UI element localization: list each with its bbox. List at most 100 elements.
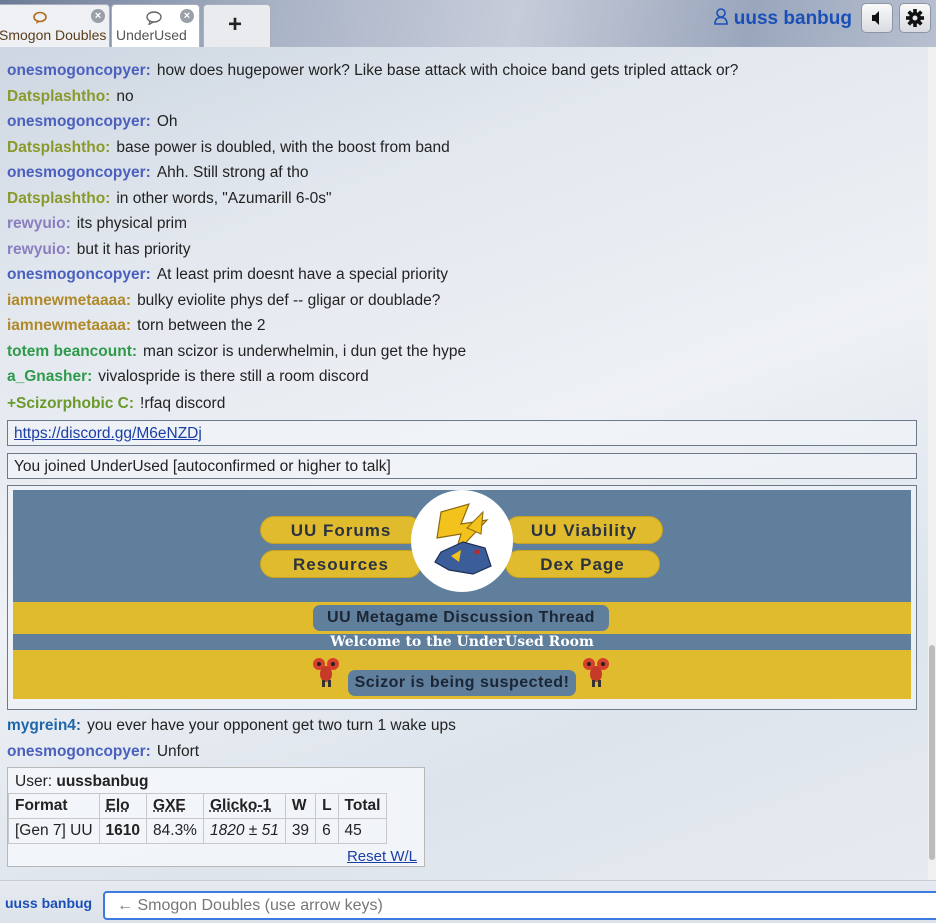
add-tab-button[interactable]: + (203, 4, 271, 47)
cell-total: 45 (338, 819, 387, 844)
chat-username[interactable]: onesmogoncopyer: (7, 164, 151, 181)
chat-message: totem beancount: man scizor is underwhelm… (7, 343, 466, 361)
col-wins: W (285, 794, 315, 819)
resources-label: Resources (293, 555, 389, 574)
chat-username[interactable]: +Scizorphobic C: (7, 395, 134, 412)
chat-bubble-icon (145, 11, 163, 25)
gear-icon (900, 4, 930, 32)
chat-text: vivalospride is there still a room disco… (98, 368, 369, 385)
chat-text: no (116, 88, 133, 105)
speaker-icon (862, 4, 892, 32)
electric-pokemon-icon (411, 490, 513, 592)
chat-text: but it has priority (77, 241, 191, 258)
scrollbar-thumb[interactable] (929, 645, 935, 860)
dex-page-label: Dex Page (540, 555, 625, 574)
chat-message: iamnewmetaaaa: bulky eviolite phys def --… (7, 292, 440, 310)
chat-username[interactable]: Datsplashtho: (7, 190, 110, 207)
chat-username[interactable]: a_Gnasher: (7, 368, 92, 385)
rank-user-line: User: uussbanbug (15, 773, 149, 791)
chat-username[interactable]: rewyuio: (7, 215, 71, 232)
chat-text: !rfaq discord (140, 395, 225, 412)
discussion-thread-link[interactable]: UU Metagame Discussion Thread (313, 605, 609, 631)
chat-message: rewyuio: its physical prim (7, 215, 187, 233)
chat-message: onesmogoncopyer: Unfort (7, 743, 199, 761)
tab-label: Smogon Doubles (0, 27, 106, 43)
plus-icon: + (228, 11, 242, 39)
uu-forums-link[interactable]: UU Forums (260, 516, 422, 544)
col-format: Format (9, 794, 100, 819)
rank-user-label: User: (15, 773, 52, 790)
chat-message: Datsplashtho: in other words, "Azumarill … (7, 190, 332, 208)
chat-message: onesmogoncopyer: how does hugepower work?… (7, 62, 738, 80)
cell-elo: 1610 (99, 819, 146, 844)
chat-text: man scizor is underwhelmin, i dun get th… (143, 343, 466, 360)
scizor-sprite-left (309, 654, 343, 688)
settings-button[interactable] (899, 3, 931, 33)
discord-link[interactable]: https://discord.gg/M6eNZDj (14, 425, 202, 442)
close-tab-icon[interactable]: × (180, 9, 194, 23)
chat-username[interactable]: onesmogoncopyer: (7, 62, 151, 79)
chat-message: rewyuio: but it has priority (7, 241, 190, 259)
discussion-thread-label: UU Metagame Discussion Thread (327, 609, 595, 626)
chat-text: base power is doubled, with the boost fr… (116, 139, 449, 156)
user-icon (714, 8, 728, 25)
chat-username[interactable]: onesmogoncopyer: (7, 113, 151, 130)
suspect-label: Scizor is being suspected! (355, 674, 570, 691)
tab-label: UnderUsed (116, 27, 187, 43)
footer-username[interactable]: uuss banbug (5, 895, 100, 911)
header-bar: × Smogon Doubles × UnderUsed + uuss banb… (0, 0, 936, 47)
cell-losses: 6 (316, 819, 338, 844)
cell-wins: 39 (285, 819, 315, 844)
rank-header-row: Format Elo GXE Glicko-1 W L Total (9, 794, 387, 819)
user-menu[interactable]: uuss banbug (714, 8, 852, 30)
chat-message: Datsplashtho: base power is doubled, with… (7, 139, 450, 157)
suspect-band: Scizor is being suspected! (13, 650, 911, 699)
chat-text: how does hugepower work? Like base attac… (157, 62, 739, 79)
uu-forums-label: UU Forums (291, 521, 392, 540)
chat-username[interactable]: totem beancount: (7, 343, 137, 360)
uu-viability-label: UU Viability (531, 521, 637, 540)
col-gxe: GXE (147, 794, 204, 819)
chat-text: Ahh. Still strong af tho (157, 164, 309, 181)
cell-format: [Gen 7] UU (9, 819, 100, 844)
discussion-band: UU Metagame Discussion Thread (13, 602, 911, 634)
col-total: Total (338, 794, 387, 819)
chat-username[interactable]: iamnewmetaaaa: (7, 317, 131, 334)
sound-button[interactable] (861, 3, 893, 33)
chat-input[interactable] (103, 891, 936, 920)
tab-smogon-doubles[interactable]: × Smogon Doubles (0, 4, 110, 47)
chat-text: bulky eviolite phys def -- gligar or dou… (137, 292, 440, 309)
discord-link-box: https://discord.gg/M6eNZDj (7, 420, 917, 446)
chat-username[interactable]: onesmogoncopyer: (7, 266, 151, 283)
chat-username[interactable]: Datsplashtho: (7, 88, 110, 105)
chat-username[interactable]: Datsplashtho: (7, 139, 110, 156)
resources-link[interactable]: Resources (260, 550, 422, 578)
chat-username[interactable]: onesmogoncopyer: (7, 743, 151, 760)
close-tab-icon[interactable]: × (91, 9, 105, 23)
chat-username[interactable]: rewyuio: (7, 241, 71, 258)
chat-message: onesmogoncopyer: At least prim doesnt hav… (7, 266, 448, 284)
rank-table-box: User: uussbanbug Format Elo GXE Glicko-1… (7, 767, 425, 867)
chat-text: you ever have your opponent get two turn… (87, 717, 456, 734)
uu-viability-link[interactable]: UU Viability (505, 516, 663, 544)
tab-underused[interactable]: × UnderUsed (111, 4, 200, 47)
chat-message: Datsplashtho: no (7, 88, 134, 106)
chat-message: iamnewmetaaaa: torn between the 2 (7, 317, 265, 335)
chat-text: in other words, "Azumarill 6-0s" (116, 190, 331, 207)
chat-message: +Scizorphobic C: !rfaq discord (7, 395, 225, 413)
username: uuss banbug (734, 8, 852, 29)
suspect-notice[interactable]: Scizor is being suspected! (348, 670, 576, 696)
col-losses: L (316, 794, 338, 819)
cell-gxe: 84.3% (147, 819, 204, 844)
scizor-sprite-right (579, 654, 613, 688)
join-notice-text: You joined UnderUsed [autoconfirmed or h… (14, 458, 391, 475)
reset-wl-button[interactable]: Reset W/L (347, 848, 417, 865)
chat-username[interactable]: mygrein4: (7, 717, 81, 734)
dex-page-link[interactable]: Dex Page (505, 550, 660, 578)
chat-username[interactable]: iamnewmetaaaa: (7, 292, 131, 309)
rank-user-name: uussbanbug (56, 773, 148, 790)
chat-text: Unfort (157, 743, 199, 760)
rank-table: Format Elo GXE Glicko-1 W L Total [Gen 7… (8, 793, 387, 844)
welcome-text: Welcome to the UnderUsed Room (13, 634, 911, 650)
chat-text: its physical prim (77, 215, 187, 232)
